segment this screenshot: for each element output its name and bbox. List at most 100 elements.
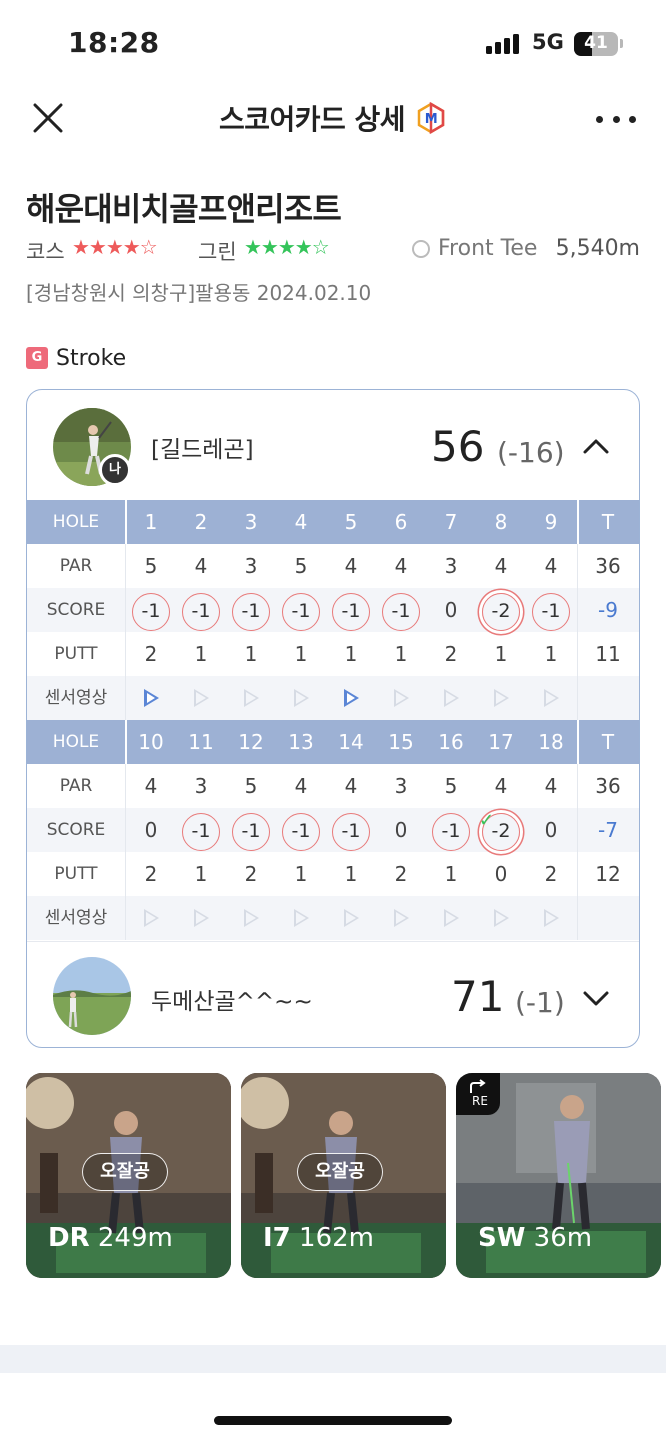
- par-cell: 4: [294, 774, 308, 798]
- par-cell: 3: [244, 554, 258, 578]
- row-label: SCORE: [46, 600, 106, 620]
- score-cell: -1: [127, 588, 175, 632]
- putt-cell: 1: [294, 862, 308, 886]
- putt-row: PUTT 2 1 1 1 1 1 2 1 1 11: [27, 632, 639, 676]
- score-cell: -1: [177, 588, 225, 632]
- chevron-down-icon[interactable]: [581, 986, 611, 1010]
- hole-number: 18: [538, 730, 564, 754]
- status-bar: 18:28 5G 41: [0, 0, 666, 88]
- check-icon: ✓: [479, 810, 495, 831]
- putt-cell: 2: [144, 862, 158, 886]
- score-value: -1: [332, 593, 370, 631]
- sensor-video-play-icon[interactable]: [277, 676, 325, 720]
- more-options-icon[interactable]: [596, 104, 636, 134]
- hole-row: HOLE 1 2 3 4 5 6 7 8 9 T: [27, 500, 639, 544]
- m-badge-icon: M: [417, 102, 445, 134]
- putt-cell: 1: [444, 862, 458, 886]
- putt-cell: 2: [444, 642, 458, 666]
- front-nine-table: HOLE 1 2 3 4 5 6 7 8 9 T PAR 5 4 3 5 4 4 3 4 4 36 SCORE -1 -1 -1-…: [27, 500, 639, 720]
- player-row-2[interactable]: 두메산골^^~~ 71 (-1): [27, 941, 639, 1047]
- sensor-video-play-icon[interactable]: [277, 896, 325, 940]
- score-value: -1: [332, 813, 370, 851]
- hole-number: 13: [288, 730, 314, 754]
- par-cell: 4: [494, 554, 508, 578]
- sensor-video-play-icon[interactable]: [527, 896, 575, 940]
- row-label: PUTT: [54, 864, 98, 884]
- par-cell: 3: [444, 554, 458, 578]
- total-cell: -7: [598, 818, 618, 842]
- row-label: PUTT: [54, 644, 98, 664]
- score-cell: -1: [277, 588, 325, 632]
- shot-club: I7: [263, 1223, 291, 1253]
- sensor-video-play-icon[interactable]: [127, 896, 175, 940]
- footer-band: [0, 1345, 666, 1373]
- shot-tag: 오잘공: [297, 1153, 383, 1191]
- total-cell: 36: [595, 774, 621, 798]
- signal-icon: [486, 34, 522, 54]
- shot-info: DR 249m: [48, 1223, 173, 1253]
- putt-cell: 0: [494, 862, 508, 886]
- total-cell: 11: [595, 642, 621, 666]
- sensor-video-play-icon[interactable]: [377, 676, 425, 720]
- row-label: PAR: [59, 776, 93, 796]
- shot-video-card[interactable]: 오잘공 I7 162m: [241, 1073, 446, 1278]
- network-type: 5G: [532, 30, 564, 54]
- sensor-video-play-icon[interactable]: [177, 676, 225, 720]
- score-cell: 0: [394, 818, 408, 842]
- score-cell: -1: [277, 808, 325, 852]
- course-rating-label: 코스: [26, 240, 65, 264]
- hole-number: 1: [144, 510, 158, 534]
- battery-icon: 41: [574, 32, 618, 56]
- sensor-video-play-icon[interactable]: [477, 896, 525, 940]
- score-cell: -2: [477, 588, 525, 632]
- putt-row: PUTT 2 1 2 1 1 2 1 0 2 12: [27, 852, 639, 896]
- sensor-video-play-icon[interactable]: [227, 896, 275, 940]
- player-score-diff: (-1): [515, 986, 565, 1019]
- putt-cell: 1: [344, 862, 358, 886]
- score-cell: 0: [144, 818, 158, 842]
- putt-cell: 2: [244, 862, 258, 886]
- sensor-video-play-icon[interactable]: [327, 896, 375, 940]
- row-label: SCORE: [46, 820, 106, 840]
- sensor-video-play-icon[interactable]: [427, 676, 475, 720]
- par-cell: 4: [344, 554, 358, 578]
- shot-distance: 162m: [299, 1223, 374, 1253]
- shot-video-card[interactable]: RE SW 36m: [456, 1073, 661, 1278]
- score-cell: -1: [527, 588, 575, 632]
- score-value: -1: [232, 593, 270, 631]
- row-label: PAR: [59, 556, 93, 576]
- sensor-video-play-icon[interactable]: [377, 896, 425, 940]
- chevron-up-icon[interactable]: [581, 434, 611, 458]
- page-title: 스코어카드 상세 M: [0, 98, 666, 138]
- score-value: -1: [282, 593, 320, 631]
- shot-info: I7 162m: [263, 1223, 374, 1253]
- game-mode: G Stroke: [26, 344, 126, 372]
- par-row: PAR 4 3 5 4 4 3 5 4 4 36: [27, 764, 639, 808]
- sensor-video-play-icon[interactable]: [227, 676, 275, 720]
- hole-number: 15: [388, 730, 414, 754]
- sensor-video-play-icon[interactable]: [177, 896, 225, 940]
- course-distance: 5,540m: [555, 236, 640, 261]
- hole-number: 4: [294, 510, 308, 534]
- score-cell: -1: [327, 808, 375, 852]
- hole-number: 10: [138, 730, 164, 754]
- score-cell: -1: [227, 808, 275, 852]
- shot-video-card[interactable]: 오잘공 DR 249m: [26, 1073, 231, 1278]
- green-rating-label: 그린: [198, 240, 237, 264]
- score-value: -1: [182, 813, 220, 851]
- par-row: PAR 5 4 3 5 4 4 3 4 4 36: [27, 544, 639, 588]
- putt-cell: 1: [344, 642, 358, 666]
- home-indicator: [214, 1416, 452, 1425]
- sensor-video-play-icon[interactable]: [477, 676, 525, 720]
- sensor-video-play-icon[interactable]: [327, 676, 375, 720]
- score-value: -1: [532, 593, 570, 631]
- sensor-video-play-icon[interactable]: [527, 676, 575, 720]
- sensor-video-play-icon[interactable]: [427, 896, 475, 940]
- par-cell: 4: [494, 774, 508, 798]
- player-score-diff: (-16): [497, 436, 565, 469]
- sensor-video-play-icon[interactable]: [127, 676, 175, 720]
- green-rating-stars: ★★★★☆: [244, 235, 330, 259]
- avatar: [53, 957, 131, 1035]
- player-row-1[interactable]: 나 [길드레곤] 56 (-16): [27, 390, 639, 501]
- scorecard: 나 [길드레곤] 56 (-16) HOLE 1 2 3 4 5 6 7 8 9 T PAR 5 4 3 5 4…: [26, 389, 640, 1048]
